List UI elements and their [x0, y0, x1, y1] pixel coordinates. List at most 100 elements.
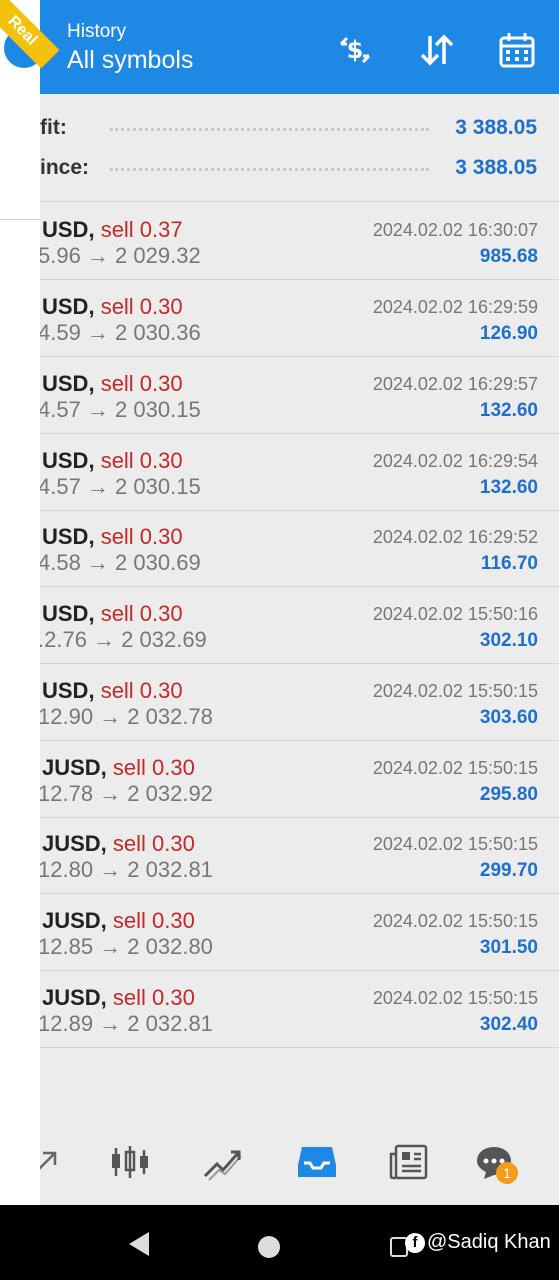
deal-symbol: USD, sell 0.30	[42, 524, 183, 550]
facebook-icon: f	[405, 1232, 425, 1253]
summary-balance: ince: 3 388.05	[0, 149, 559, 187]
deal-row[interactable]: JUSD, sell 0.30 12.78 → 2 032.92 2024.02…	[38, 741, 559, 818]
deal-row[interactable]: USD, sell 0.30 4.57 → 2 030.15 2024.02.0…	[38, 434, 559, 511]
deal-symbol: USD, sell 0.30	[42, 294, 183, 320]
symbol-text: JUSD,	[42, 831, 107, 856]
deal-time: 2024.02.02 15:50:15	[372, 834, 538, 854]
profit-label: fit:	[40, 116, 67, 139]
deal-side: sell 0.30	[112, 908, 195, 933]
back-icon[interactable]	[127, 1230, 151, 1258]
chat-badge: 1	[496, 1162, 518, 1184]
deal-profit: 303.60	[479, 707, 538, 728]
sort-icon[interactable]	[417, 30, 457, 70]
deal-time: 2024.02.02 16:29:57	[372, 374, 538, 394]
deal-row[interactable]: USD, sell 0.30 4.58 → 2 030.69 2024.02.0…	[38, 510, 559, 587]
home-icon[interactable]	[258, 1236, 280, 1258]
deal-symbol: USD, sell 0.30	[42, 601, 183, 627]
deal-profit: 295.80	[479, 784, 538, 805]
symbol-text: USD,	[42, 678, 95, 703]
deal-time: 2024.02.02 16:29:54	[372, 451, 538, 471]
deal-symbol: JUSD, sell 0.30	[42, 985, 195, 1011]
deal-prices: 12.85 → 2 032.80	[38, 934, 213, 959]
currency-icon[interactable]: $	[335, 30, 375, 70]
history-icon[interactable]	[293, 1138, 341, 1186]
deal-row[interactable]: USD, sell 0.30 .2.76 → 2 032.69 2024.02.…	[38, 587, 559, 664]
deal-symbol: JUSD, sell 0.30	[42, 908, 195, 934]
symbol-text: USD,	[42, 294, 95, 319]
deal-profit: 301.50	[479, 937, 538, 958]
deal-side: sell 0.30	[100, 601, 183, 626]
symbol-text: USD,	[42, 217, 95, 242]
balance-label: ince:	[40, 156, 90, 179]
deal-row[interactable]: USD, sell 0.30 4.59 → 2 030.36 2024.02.0…	[38, 280, 559, 357]
deal-time: 2024.02.02 16:29:52	[372, 527, 538, 547]
watermark: f @Sadiq Khan	[405, 1231, 551, 1254]
deal-prices: 12.80 → 2 032.81	[38, 857, 213, 882]
deal-profit: 985.68	[479, 246, 538, 267]
chat-icon[interactable]: 1	[470, 1138, 518, 1186]
deal-row[interactable]: USD, sell 0.37 5.96 → 2 029.32 2024.02.0…	[38, 203, 559, 280]
deal-side: sell 0.30	[100, 371, 183, 396]
header-titles[interactable]: History All symbols	[67, 20, 193, 76]
deal-profit: 116.70	[480, 553, 538, 574]
deal-row[interactable]: JUSD, sell 0.30 12.85 → 2 032.80 2024.02…	[38, 894, 559, 971]
deal-symbol: USD, sell 0.37	[42, 217, 183, 243]
deal-time: 2024.02.02 15:50:15	[372, 911, 538, 931]
deal-symbol: JUSD, sell 0.30	[42, 755, 195, 781]
watermark-text: @Sadiq Khan	[427, 1231, 551, 1253]
deal-row[interactable]: USD, sell 0.30 12.90 → 2 032.78 2024.02.…	[38, 664, 559, 741]
symbol-filter[interactable]: All symbols	[67, 44, 193, 76]
symbol-text: USD,	[42, 524, 95, 549]
symbol-text: USD,	[42, 601, 95, 626]
deal-prices: 4.57 → 2 030.15	[38, 397, 201, 422]
deal-row[interactable]: JUSD, sell 0.30 12.89 → 2 032.81 2024.02…	[38, 971, 559, 1048]
deal-side: sell 0.30	[100, 524, 183, 549]
real-badge-wrap: Real	[0, 0, 60, 100]
deal-symbol: USD, sell 0.30	[42, 448, 183, 474]
dotted-leader	[110, 128, 429, 131]
news-icon[interactable]	[385, 1138, 433, 1186]
deal-time: 2024.02.02 15:50:15	[372, 988, 538, 1008]
symbol-text: USD,	[42, 371, 95, 396]
deal-side: sell 0.30	[112, 985, 195, 1010]
deal-side: sell 0.30	[100, 448, 183, 473]
deal-prices: 12.90 → 2 032.78	[38, 704, 213, 729]
calendar-icon[interactable]	[497, 30, 537, 70]
deal-row[interactable]: USD, sell 0.30 4.57 → 2 030.15 2024.02.0…	[38, 357, 559, 434]
deal-prices: 12.78 → 2 032.92	[38, 781, 213, 806]
svg-text:$: $	[347, 36, 364, 64]
deal-profit: 132.60	[479, 400, 538, 421]
deal-profit: 302.40	[479, 1014, 538, 1035]
deal-time: 2024.02.02 15:50:15	[372, 758, 538, 778]
summary-profit: fit: 3 388.05	[0, 109, 559, 147]
deal-prices: 4.57 → 2 030.15	[38, 474, 201, 499]
drawer-divider	[0, 219, 40, 220]
deal-symbol: USD, sell 0.30	[42, 678, 183, 704]
symbol-text: JUSD,	[42, 985, 107, 1010]
deal-symbol: JUSD, sell 0.30	[42, 831, 195, 857]
deal-side: sell 0.37	[100, 217, 183, 242]
deal-profit: 126.90	[479, 323, 538, 344]
deal-side: sell 0.30	[100, 294, 183, 319]
divider	[38, 201, 559, 202]
dotted-leader	[110, 168, 429, 171]
deal-side: sell 0.30	[112, 755, 195, 780]
deal-time: 2024.02.02 15:50:15	[372, 681, 538, 701]
deal-profit: 132.60	[479, 477, 538, 498]
bottom-nav: 1	[0, 1120, 559, 1205]
deal-prices: 4.59 → 2 030.36	[38, 320, 201, 345]
symbol-text: JUSD,	[42, 755, 107, 780]
symbol-text: USD,	[42, 448, 95, 473]
deal-side: sell 0.30	[112, 831, 195, 856]
deal-row[interactable]: JUSD, sell 0.30 12.80 → 2 032.81 2024.02…	[38, 817, 559, 894]
trend-icon[interactable]	[199, 1138, 247, 1186]
deal-time: 2024.02.02 16:29:59	[372, 297, 538, 317]
chart-icon[interactable]	[106, 1138, 154, 1186]
balance-value: 3 388.05	[455, 156, 537, 179]
deal-symbol: USD, sell 0.30	[42, 371, 183, 397]
system-nav-bar: f @Sadiq Khan	[0, 1205, 559, 1280]
deal-prices: .2.76 → 2 032.69	[38, 627, 207, 652]
side-drawer-edge[interactable]	[0, 0, 40, 1205]
deal-profit: 299.70	[479, 860, 538, 881]
symbol-text: JUSD,	[42, 908, 107, 933]
